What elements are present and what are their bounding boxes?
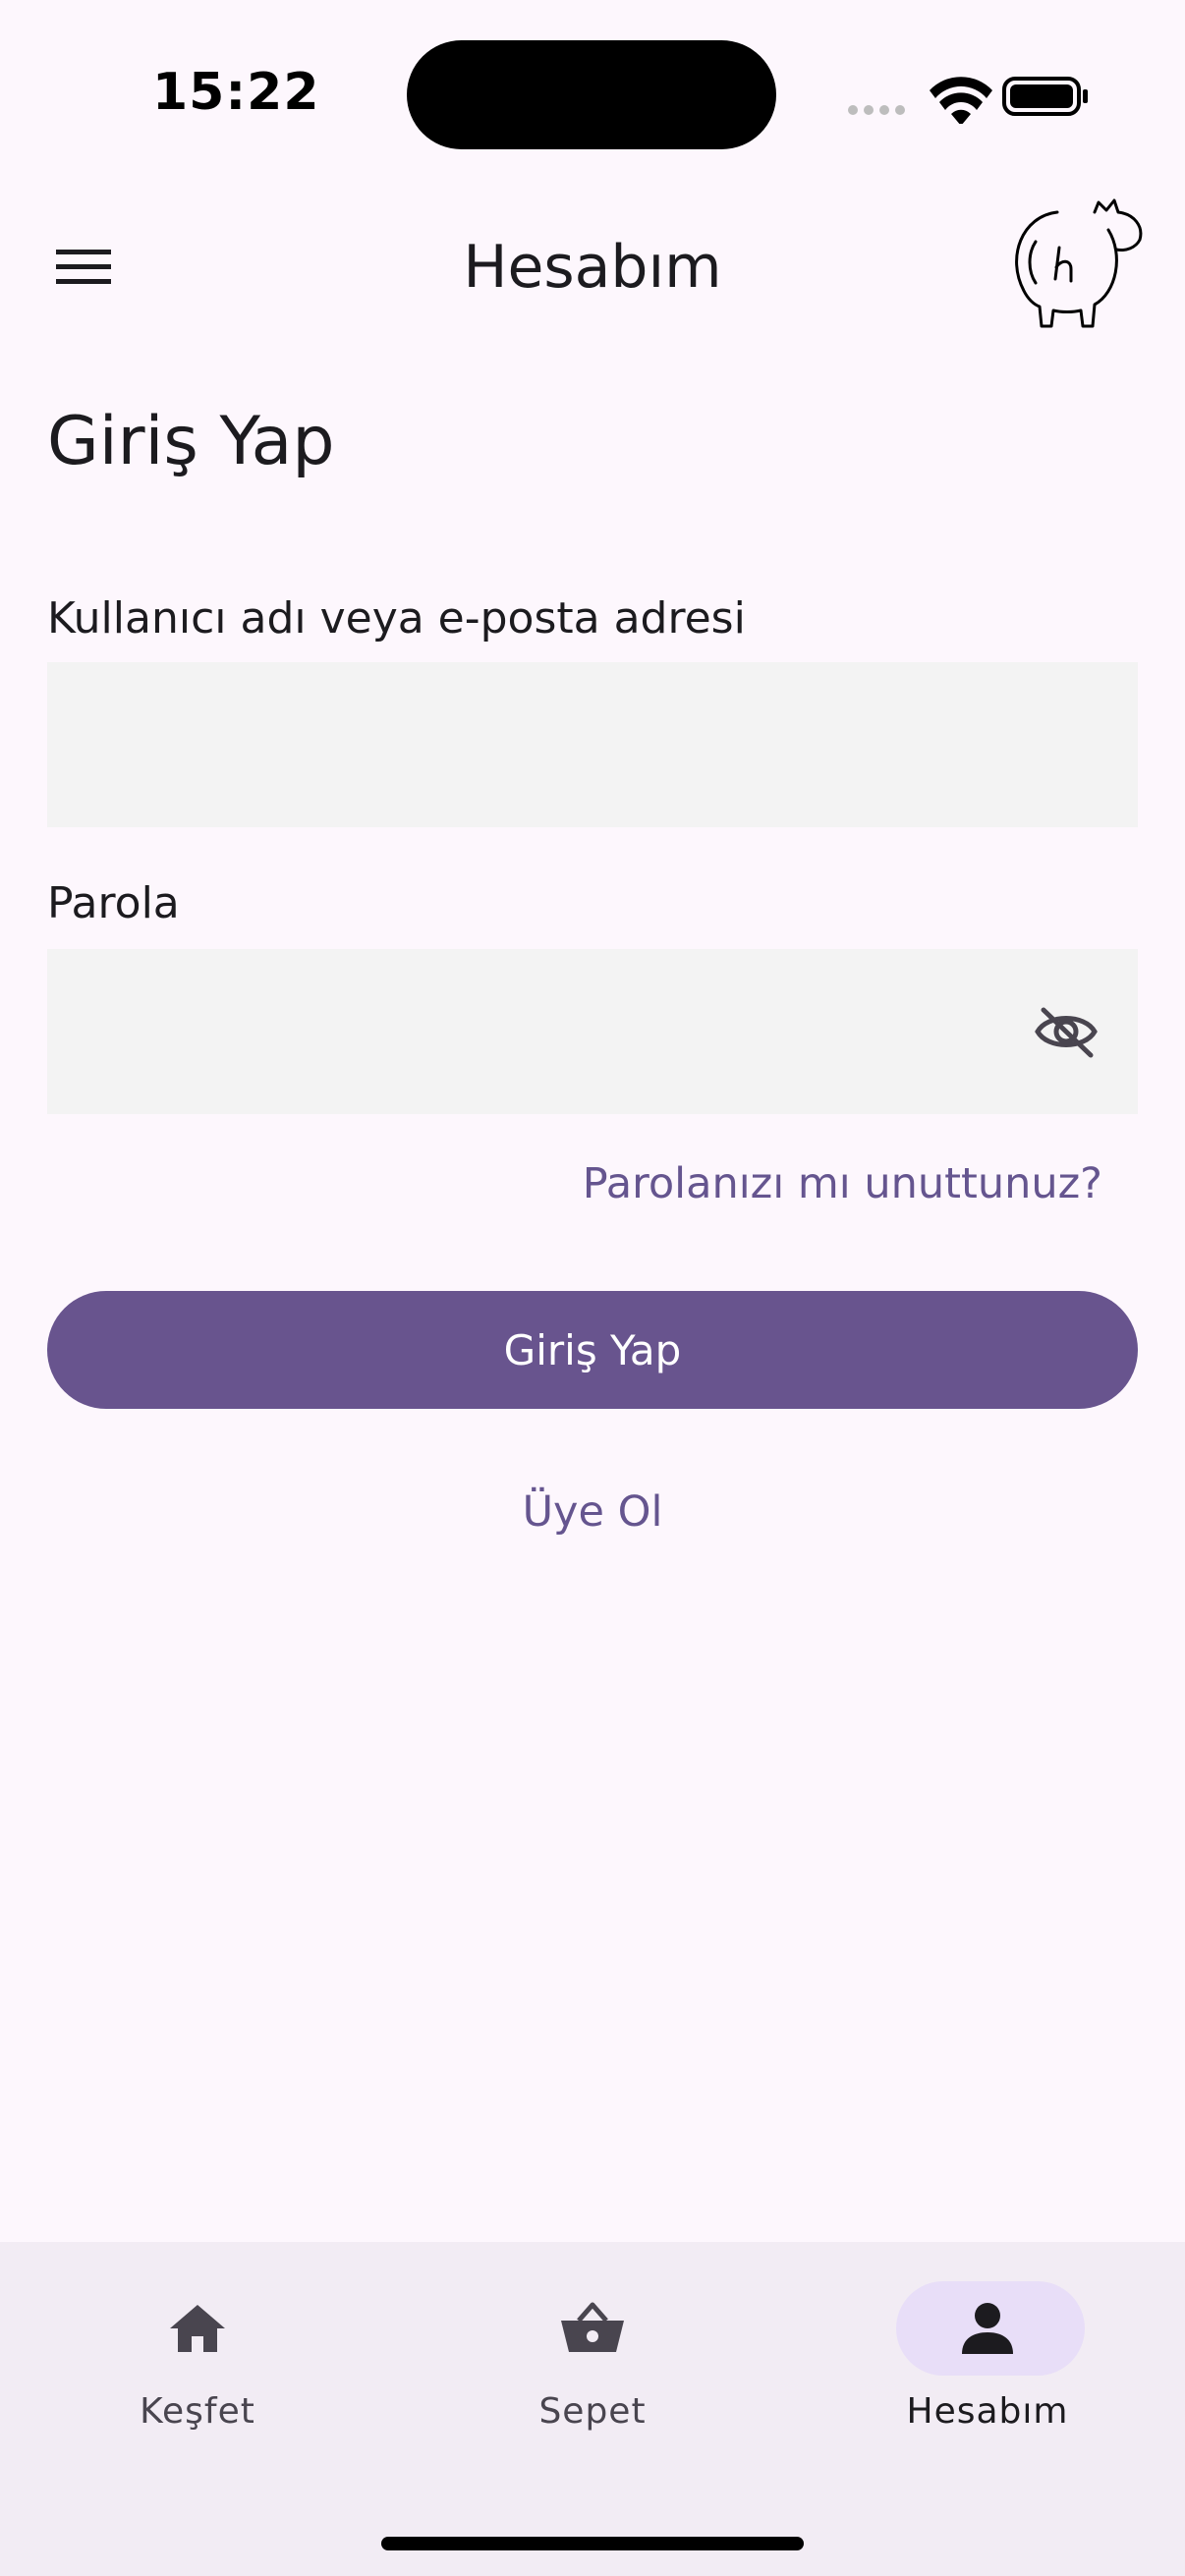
battery-icon	[1002, 77, 1088, 116]
dynamic-island	[407, 40, 776, 149]
menu-icon	[56, 250, 111, 284]
forgot-password-link[interactable]: Parolanızı mı unuttunuz?	[583, 1159, 1102, 1208]
password-visibility-toggle[interactable]	[1022, 994, 1110, 1069]
menu-button[interactable]	[39, 226, 128, 308]
login-button[interactable]: Giriş Yap	[47, 1291, 1138, 1409]
password-label: Parola	[47, 878, 180, 928]
cellular-signal-icon	[848, 105, 905, 115]
visibility-off-icon	[1035, 1007, 1098, 1058]
basket-icon	[553, 2299, 632, 2358]
password-input[interactable]	[47, 949, 1138, 1114]
home-icon	[158, 2299, 237, 2358]
page-title: Giriş Yap	[47, 403, 335, 480]
nav-item-label: Hesabım	[906, 2391, 1069, 2432]
brand-logo-icon[interactable]	[1000, 196, 1154, 334]
status-time: 15:22	[152, 63, 320, 122]
nav-item-hesabim[interactable]: Hesabım	[790, 2269, 1185, 2446]
signup-button[interactable]	[472, 1474, 713, 1556]
nav-item-label: Sepet	[538, 2391, 647, 2432]
person-icon	[948, 2299, 1027, 2358]
wifi-icon	[930, 77, 992, 126]
nav-item-kesfet[interactable]: Keşfet	[0, 2269, 395, 2446]
nav-item-sepet[interactable]: Sepet	[395, 2269, 790, 2446]
nav-item-label: Keşfet	[140, 2391, 255, 2432]
status-icons	[845, 69, 1091, 126]
username-label: Kullanıcı adı veya e-posta adresi	[47, 593, 746, 644]
username-input[interactable]	[47, 662, 1138, 827]
home-indicator[interactable]	[381, 2537, 804, 2550]
